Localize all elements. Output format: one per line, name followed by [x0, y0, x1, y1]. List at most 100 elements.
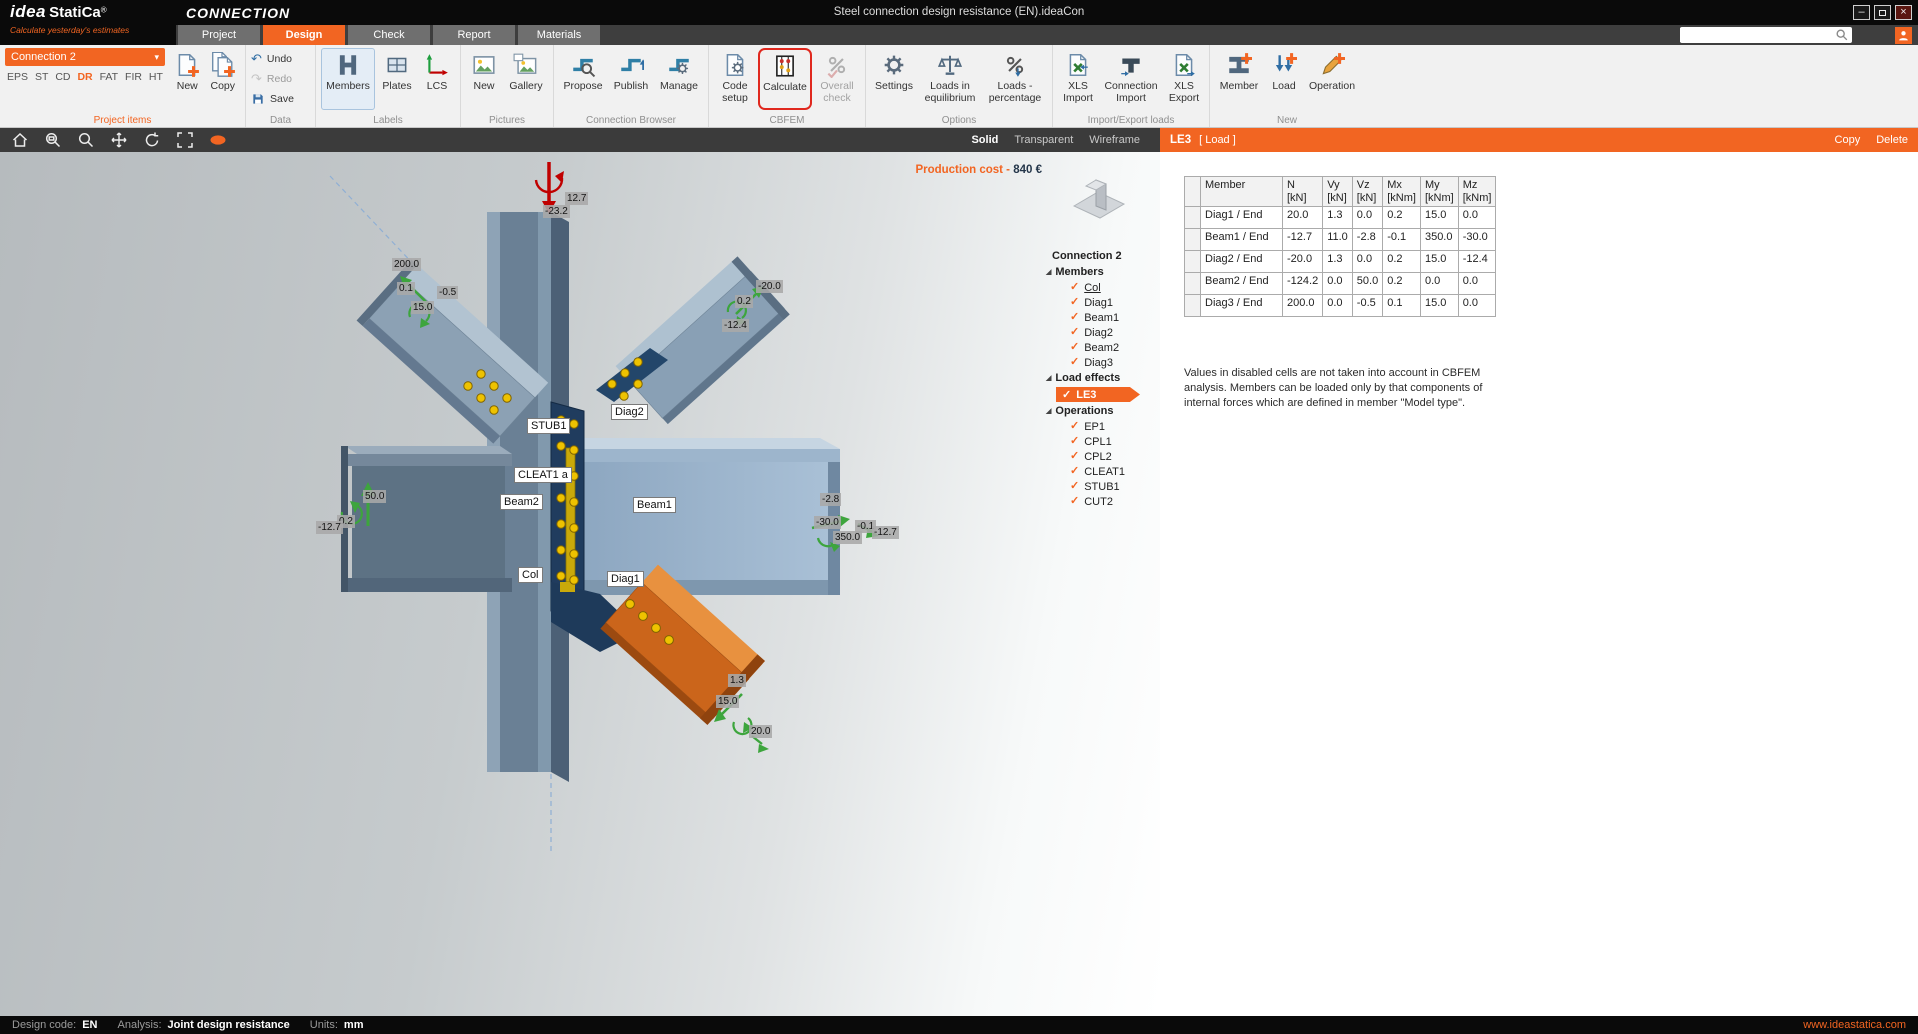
cell-my[interactable]: 0.0 [1420, 273, 1458, 295]
cell-member[interactable]: Beam2 / End [1201, 273, 1283, 295]
propose-button[interactable]: Propose [559, 48, 607, 110]
cell-vz[interactable]: -2.8 [1352, 229, 1382, 251]
new-project-item-button[interactable]: New [171, 48, 204, 110]
tab-check[interactable]: Check [348, 25, 430, 45]
cell-vy[interactable]: 1.3 [1323, 251, 1353, 273]
analysis-type-fir[interactable]: FIR [125, 71, 142, 83]
tree-item-operation[interactable]: ✓ CPL1 [1040, 434, 1158, 449]
members-toggle-button[interactable]: Members [321, 48, 375, 110]
cell-mz[interactable]: 0.0 [1458, 273, 1496, 295]
check-icon[interactable]: ✓ [1070, 451, 1079, 462]
cell-member[interactable]: Diag2 / End [1201, 251, 1283, 273]
cell-vy[interactable]: 1.3 [1323, 207, 1353, 229]
member-beam1-mesh[interactable] [557, 438, 840, 595]
cell-vz[interactable]: 0.0 [1352, 207, 1382, 229]
manage-button[interactable]: Manage [655, 48, 703, 110]
tree-item-member[interactable]: ✓ Beam1 [1040, 310, 1158, 325]
zoom-window-button[interactable] [43, 130, 63, 150]
check-icon[interactable]: ✓ [1070, 436, 1079, 447]
cell-mx[interactable]: 0.2 [1383, 207, 1421, 229]
zoom-button[interactable] [76, 130, 96, 150]
table-row[interactable]: Beam1 / End -12.7 11.0 -2.8 -0.1 350.0 -… [1185, 229, 1496, 251]
delete-load-button[interactable]: Delete [1876, 134, 1908, 146]
cell-n[interactable]: 200.0 [1283, 295, 1323, 317]
cell-mx[interactable]: 0.2 [1383, 251, 1421, 273]
new-operation-button[interactable]: Operation [1305, 48, 1359, 110]
tab-materials[interactable]: Materials [518, 25, 600, 45]
tab-design[interactable]: Design [263, 25, 345, 45]
analysis-type-st[interactable]: ST [35, 71, 48, 83]
check-icon[interactable]: ✓ [1070, 327, 1079, 338]
tree-item-operation[interactable]: ✓ EP1 [1040, 419, 1158, 434]
cell-n[interactable]: 20.0 [1283, 207, 1323, 229]
tab-report[interactable]: Report [433, 25, 515, 45]
expander-icon[interactable]: ◢ [1046, 269, 1051, 276]
picture-new-button[interactable]: New [466, 48, 502, 110]
tree-item-operation[interactable]: ✓ CPL2 [1040, 449, 1158, 464]
tree-item-operation[interactable]: ✓ STUB1 [1040, 479, 1158, 494]
pan-button[interactable] [109, 130, 129, 150]
cell-n[interactable]: -12.7 [1283, 229, 1323, 251]
cell-vy[interactable]: 0.0 [1323, 273, 1353, 295]
cell-vy[interactable]: 0.0 [1323, 295, 1353, 317]
cell-vy[interactable]: 11.0 [1323, 229, 1353, 251]
row-selector-cell[interactable] [1185, 273, 1201, 295]
cell-mz[interactable]: 0.0 [1458, 207, 1496, 229]
le3-active-pill[interactable]: ✓ LE3 [1056, 387, 1140, 402]
code-setup-button[interactable]: Code setup [714, 48, 756, 110]
cell-mz[interactable]: -12.4 [1458, 251, 1496, 273]
lcs-toggle-button[interactable]: LCS [419, 48, 455, 110]
xls-import-button[interactable]: XLS Import [1058, 48, 1098, 110]
tree-item-member[interactable]: ✓ Col [1040, 280, 1158, 295]
plates-toggle-button[interactable]: Plates [377, 48, 417, 110]
mode-solid[interactable]: Solid [971, 134, 998, 146]
cell-n[interactable]: -20.0 [1283, 251, 1323, 273]
settings-button[interactable]: Settings [871, 48, 917, 110]
cell-mz[interactable]: 0.0 [1458, 295, 1496, 317]
profile-button[interactable] [1895, 27, 1912, 44]
cell-member[interactable]: Diag3 / End [1201, 295, 1283, 317]
rotate-button[interactable] [142, 130, 162, 150]
close-button[interactable]: × [1895, 5, 1912, 20]
cell-my[interactable]: 15.0 [1420, 251, 1458, 273]
tree-header-load-effects[interactable]: ◢ Load effects [1040, 370, 1158, 386]
cell-member[interactable]: Beam1 / End [1201, 229, 1283, 251]
copy-project-item-button[interactable]: Copy [206, 48, 240, 110]
analysis-type-cd[interactable]: CD [55, 71, 70, 83]
analysis-type-ht[interactable]: HT [149, 71, 163, 83]
mode-transparent[interactable]: Transparent [1014, 134, 1073, 146]
zoom-fit-button[interactable] [175, 130, 195, 150]
publish-button[interactable]: Publish [609, 48, 653, 110]
redo-button[interactable]: ↷Redo [251, 70, 294, 87]
new-member-button[interactable]: Member [1215, 48, 1263, 110]
new-load-button[interactable]: Load [1265, 48, 1303, 110]
check-icon[interactable]: ✓ [1070, 297, 1079, 308]
expander-icon[interactable]: ◢ [1046, 375, 1051, 382]
expander-icon[interactable]: ◢ [1046, 408, 1051, 415]
cell-my[interactable]: 15.0 [1420, 207, 1458, 229]
tree-item-member[interactable]: ✓ Diag2 [1040, 325, 1158, 340]
analysis-type-fat[interactable]: FAT [100, 71, 118, 83]
check-icon[interactable]: ✓ [1070, 282, 1079, 293]
cell-mx[interactable]: 0.1 [1383, 295, 1421, 317]
tree-item-member[interactable]: ✓ Beam2 [1040, 340, 1158, 355]
tree-root-connection[interactable]: Connection 2 [1040, 248, 1158, 264]
tree-item-operation[interactable]: ✓ CLEAT1 [1040, 464, 1158, 479]
row-selector-cell[interactable] [1185, 207, 1201, 229]
minimize-button[interactable]: – [1853, 5, 1870, 20]
row-selector-cell[interactable] [1185, 229, 1201, 251]
tree-item-member[interactable]: ✓ Diag1 [1040, 295, 1158, 310]
tree-header-members[interactable]: ◢ Members [1040, 264, 1158, 280]
undo-button[interactable]: ↶Undo [251, 50, 294, 67]
cell-vz[interactable]: 50.0 [1352, 273, 1382, 295]
search-input[interactable] [1680, 28, 1835, 42]
table-row[interactable]: Diag3 / End 200.0 0.0 -0.5 0.1 15.0 0.0 [1185, 295, 1496, 317]
tree-item-member[interactable]: ✓ Diag3 [1040, 355, 1158, 370]
check-icon[interactable]: ✓ [1070, 342, 1079, 353]
cell-mz[interactable]: -30.0 [1458, 229, 1496, 251]
table-row[interactable]: Diag2 / End -20.0 1.3 0.0 0.2 15.0 -12.4 [1185, 251, 1496, 273]
check-icon[interactable]: ✓ [1070, 357, 1079, 368]
connection-import-button[interactable]: Connection Import [1100, 48, 1162, 110]
table-row[interactable]: Diag1 / End 20.0 1.3 0.0 0.2 15.0 0.0 [1185, 207, 1496, 229]
viewport-3d[interactable]: 12.7 -23.2 200.0 0.1 -0.5 15.0 -20.0 0.2… [0, 152, 1160, 1016]
